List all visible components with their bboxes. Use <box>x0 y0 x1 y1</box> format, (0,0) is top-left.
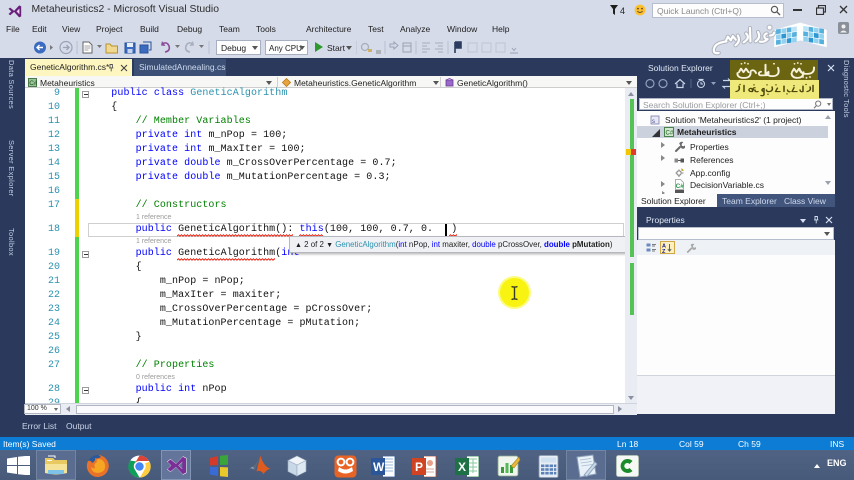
svg-text:P: P <box>415 460 423 474</box>
svg-text:C#: C# <box>666 131 674 137</box>
svg-text:C#: C# <box>29 80 37 87</box>
svg-text:X: X <box>458 460 466 474</box>
svg-text:W: W <box>373 460 385 474</box>
svg-text:Z: Z <box>662 249 666 253</box>
svg-text:4: 4 <box>620 6 625 16</box>
svg-text:C#: C# <box>676 183 685 190</box>
svg-text:s: s <box>652 119 655 125</box>
